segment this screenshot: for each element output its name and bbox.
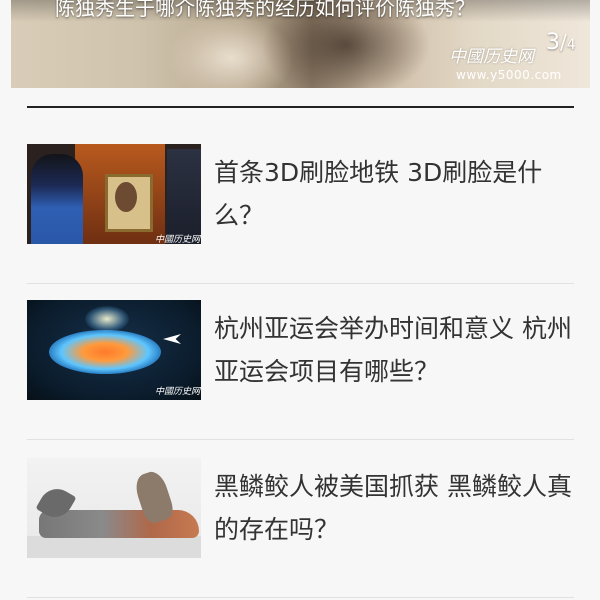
news-item[interactable]: 黑鳞鲛人被美国抓获 黑鳞鲛人真的存在吗？ [27, 458, 574, 598]
news-title[interactable]: 首条3D刷脸地铁 3D刷脸是什么？ [214, 144, 574, 244]
item-separator [27, 597, 574, 598]
news-item[interactable]: 中國历史网 杭州亚运会举办时间和意义 杭州亚运会项目有哪些？ [27, 300, 574, 440]
news-item[interactable]: 中國历史网 首条3D刷脸地铁 3D刷脸是什么？ [27, 144, 574, 284]
news-title[interactable]: 杭州亚运会举办时间和意义 杭州亚运会项目有哪些？ [214, 300, 574, 400]
news-list: 中國历史网 首条3D刷脸地铁 3D刷脸是什么？ 中國历史网 杭州亚运会举办时间和… [0, 0, 600, 600]
thumbnail-watermark: 中國历史网 [155, 387, 201, 397]
news-title[interactable]: 黑鳞鲛人被美国抓获 黑鳞鲛人真的存在吗？ [214, 458, 574, 558]
item-separator [27, 283, 574, 284]
news-thumbnail[interactable]: 中國历史网 [27, 300, 201, 400]
thumbnail-watermark: 中國历史网 [155, 235, 201, 244]
item-separator [27, 439, 574, 440]
news-thumbnail[interactable]: 中國历史网 [27, 144, 201, 244]
news-thumbnail[interactable] [27, 458, 201, 558]
